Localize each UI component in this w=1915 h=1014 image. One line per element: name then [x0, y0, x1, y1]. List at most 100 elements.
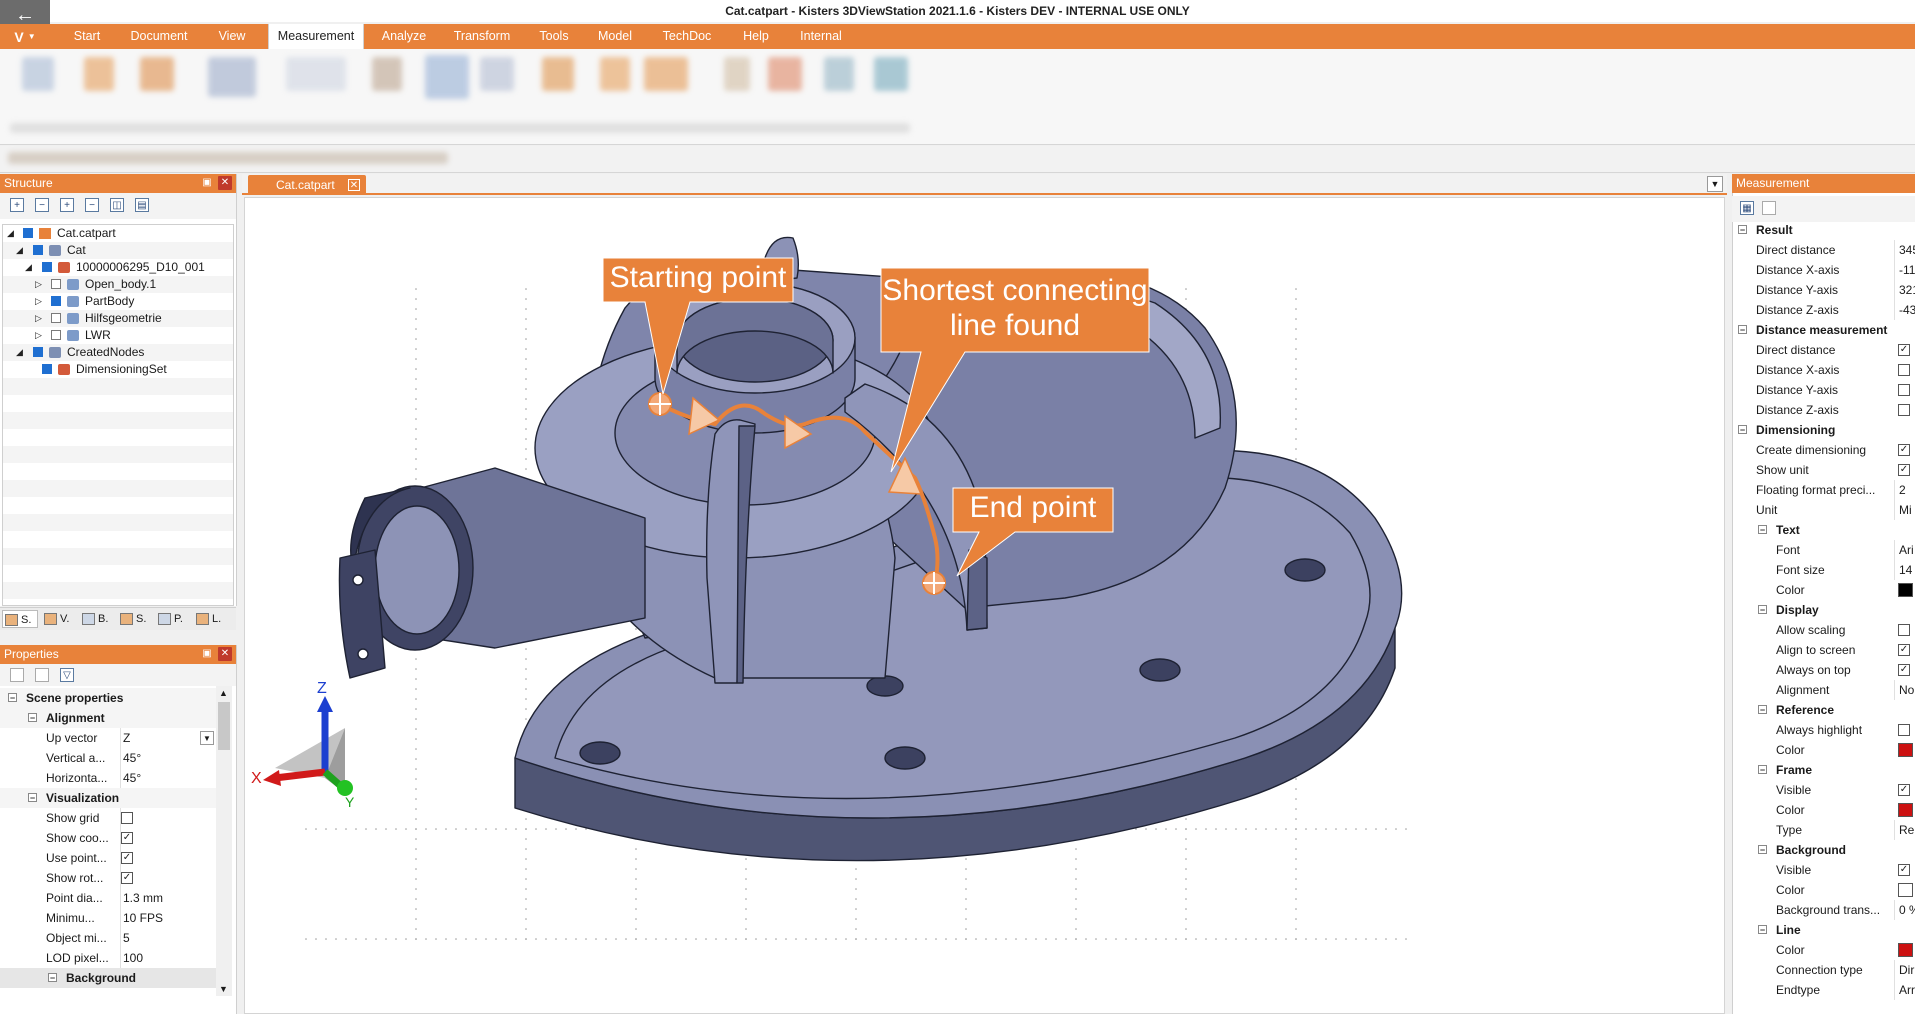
tab-transform[interactable]: Transform: [448, 24, 516, 49]
collapse-icon[interactable]: −: [1758, 845, 1767, 855]
paste-icon[interactable]: [35, 668, 49, 682]
property-row[interactable]: Vertical a... 45°: [0, 748, 216, 768]
property-row[interactable]: Use point... ✓: [0, 848, 216, 868]
property-group-visualization[interactable]: − Visualization: [0, 788, 216, 808]
tab-bom[interactable]: B.: [80, 610, 116, 628]
distance-x-checkbox[interactable]: [1898, 364, 1910, 376]
ribbon-button-blurred[interactable]: [425, 55, 469, 99]
collapse-icon[interactable]: −: [1758, 705, 1767, 715]
tab-view[interactable]: View: [210, 24, 254, 49]
visibility-checkbox[interactable]: [33, 245, 43, 255]
property-value[interactable]: 100: [120, 948, 216, 968]
ribbon-button-blurred[interactable]: [84, 57, 114, 91]
visibility-checkbox[interactable]: [23, 228, 33, 238]
tree-row[interactable]: ▷ Open_body.1: [3, 276, 233, 293]
ribbon-button-blurred[interactable]: [724, 57, 750, 91]
measurement-row[interactable]: Distance Z-axis -43: [1732, 300, 1915, 320]
start-point-marker[interactable]: [648, 392, 672, 416]
ribbon-button-blurred[interactable]: [22, 57, 54, 91]
measurement-row[interactable]: Distance X-axis -11: [1732, 260, 1915, 280]
measurement-row[interactable]: Unit Mi: [1732, 500, 1915, 520]
toolbar-icons-blurred[interactable]: [8, 152, 448, 164]
show-unit-checkbox[interactable]: ✓: [1898, 464, 1910, 476]
tab-internal[interactable]: Internal: [792, 24, 850, 49]
tab-analyze[interactable]: Analyze: [376, 24, 432, 49]
property-row[interactable]: Show grid: [0, 808, 216, 828]
measurement-row[interactable]: Always on top ✓: [1732, 660, 1915, 680]
property-row[interactable]: Minimu... 10 FPS: [0, 908, 216, 928]
up-vector-select[interactable]: Z ▼: [120, 728, 216, 748]
tree-row[interactable]: ▷ PartBody: [3, 293, 233, 310]
close-tab-icon[interactable]: ✕: [348, 179, 360, 191]
expand-all-icon[interactable]: +: [10, 198, 24, 212]
ribbon-button-blurred[interactable]: [286, 57, 346, 91]
measurement-group-result[interactable]: − Result: [1732, 220, 1915, 240]
ribbon-button-blurred[interactable]: [874, 57, 908, 91]
visibility-checkbox[interactable]: [51, 313, 61, 323]
measurement-group-display[interactable]: − Display: [1732, 600, 1915, 620]
3d-viewport[interactable]: Starting point Shortest connecting line …: [244, 197, 1725, 1014]
properties-scrollbar[interactable]: ▲ ▼: [216, 686, 232, 996]
collapse-triangle-icon[interactable]: ◢: [16, 344, 26, 361]
collapse-triangle-icon[interactable]: ◢: [7, 225, 17, 242]
tree-row[interactable]: ▷ Hilfsgeometrie: [3, 310, 233, 327]
split-icon[interactable]: ◫: [110, 198, 124, 212]
chevron-down-icon[interactable]: ▼: [200, 731, 214, 745]
line-color-swatch[interactable]: [1898, 943, 1913, 957]
visibility-checkbox[interactable]: [51, 296, 61, 306]
cad-part-pump-housing[interactable]: [338, 236, 1403, 862]
property-group-scene[interactable]: − Scene properties: [0, 688, 216, 708]
measurement-row[interactable]: Direct distance ✓: [1732, 340, 1915, 360]
ribbon-button-blurred[interactable]: [644, 57, 688, 91]
measurement-row[interactable]: Connection type Dir: [1732, 960, 1915, 980]
use-point-checkbox[interactable]: ✓: [121, 852, 133, 864]
create-dimensioning-checkbox[interactable]: ✓: [1898, 444, 1910, 456]
measurement-row[interactable]: Alignment No: [1732, 680, 1915, 700]
collapse-icon[interactable]: −: [1758, 605, 1767, 615]
collapse-icon[interactable]: −: [1738, 225, 1747, 235]
collapse-icon[interactable]: −: [1738, 325, 1747, 335]
row-value[interactable]: Mi: [1894, 500, 1915, 520]
expand-triangle-icon[interactable]: ▷: [35, 327, 45, 344]
expand-triangle-icon[interactable]: ▷: [35, 293, 45, 310]
ribbon-button-blurred[interactable]: [140, 57, 174, 91]
measurement-row[interactable]: Color: [1732, 940, 1915, 960]
expand-triangle-icon[interactable]: ▷: [35, 276, 45, 293]
tab-model[interactable]: Model: [592, 24, 638, 49]
tree-row[interactable]: ▷ LWR: [3, 327, 233, 344]
collapse-icon[interactable]: −: [1738, 425, 1747, 435]
show-coordinate-checkbox[interactable]: ✓: [121, 832, 133, 844]
tab-sets[interactable]: S.: [118, 610, 154, 628]
reference-color-swatch[interactable]: [1898, 743, 1913, 757]
property-row[interactable]: Point dia... 1.3 mm: [0, 888, 216, 908]
tab-layers[interactable]: L.: [194, 610, 230, 628]
tree-row[interactable]: DimensioningSet: [3, 361, 233, 378]
background-visible-checkbox[interactable]: ✓: [1898, 864, 1910, 876]
ribbon-button-blurred[interactable]: [208, 57, 256, 97]
measurement-group-reference[interactable]: − Reference: [1732, 700, 1915, 720]
visibility-checkbox[interactable]: [51, 279, 61, 289]
tab-document[interactable]: Document: [126, 24, 192, 49]
tree-row[interactable]: ◢ Cat.catpart: [3, 225, 233, 242]
tab-measurement[interactable]: Measurement: [268, 24, 364, 49]
row-value[interactable]: 14: [1894, 560, 1915, 580]
measurement-group-dimensioning[interactable]: − Dimensioning: [1732, 420, 1915, 440]
tab-start[interactable]: Start: [68, 24, 106, 49]
tab-structure[interactable]: S.: [2, 610, 38, 628]
pin-icon[interactable]: ▣: [200, 176, 214, 190]
property-row[interactable]: Show coo... ✓: [0, 828, 216, 848]
measurement-row[interactable]: Background trans... 0 %: [1732, 900, 1915, 920]
tree-row[interactable]: ◢ 10000006295_D10_001: [3, 259, 233, 276]
measurement-row[interactable]: Direct distance 345: [1732, 240, 1915, 260]
tab-tools[interactable]: Tools: [532, 24, 576, 49]
property-row[interactable]: Up vector Z ▼: [0, 728, 216, 748]
collapse-icon[interactable]: −: [48, 973, 57, 983]
pin-icon[interactable]: ▣: [200, 647, 214, 661]
tree-row[interactable]: ◢ CreatedNodes: [3, 344, 233, 361]
row-value[interactable]: Arr: [1894, 980, 1915, 1000]
row-value[interactable]: Re: [1894, 820, 1915, 840]
tab-pmi[interactable]: P.: [156, 610, 192, 628]
axis-triad[interactable]: [263, 696, 353, 796]
collapse-all-icon[interactable]: −: [35, 198, 49, 212]
collapse-icon[interactable]: −: [85, 198, 99, 212]
